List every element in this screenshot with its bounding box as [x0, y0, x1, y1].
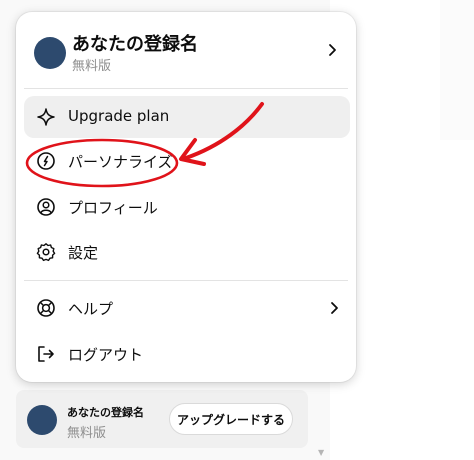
user-name: あなたの登録名	[67, 406, 144, 419]
account-plan: 無料版	[72, 59, 112, 74]
menu-item-settings[interactable]: 設定	[24, 231, 350, 273]
menu-item-label: プロフィール	[68, 199, 158, 217]
menu-item-personalize[interactable]: パーソナライズ	[24, 140, 350, 182]
menu-item-label: ヘルプ	[68, 300, 114, 318]
lifebuoy-icon	[37, 299, 55, 317]
page: あなたの登録名 無料版 アップグレードする ▼ あなたの登録名 無料版 Upgr…	[0, 0, 474, 460]
menu-item-profile[interactable]: プロフィール	[24, 186, 350, 228]
sidebar-user-bar[interactable]: あなたの登録名 無料版 アップグレードする	[16, 390, 308, 448]
account-menu: あなたの登録名 無料版 Upgrade plan パーソナライズ プロフィール …	[16, 12, 356, 382]
content-edge	[440, 0, 474, 140]
menu-item-label: Upgrade plan	[68, 107, 170, 125]
profile-icon	[37, 198, 55, 216]
menu-item-label: ログアウト	[68, 346, 144, 364]
gear-icon	[36, 243, 56, 262]
avatar[interactable]	[27, 405, 57, 435]
menu-item-label: 設定	[68, 244, 99, 262]
upgrade-button[interactable]: アップグレードする	[169, 403, 293, 435]
menu-item-logout[interactable]: ログアウト	[24, 333, 350, 375]
avatar	[34, 37, 66, 69]
logout-icon	[38, 346, 54, 362]
user-plan: 無料版	[67, 426, 107, 441]
menu-item-help[interactable]: ヘルプ	[24, 287, 350, 329]
sparkle-icon	[37, 108, 55, 126]
divider	[24, 280, 348, 281]
account-name: あなたの登録名	[72, 34, 198, 55]
account-switcher[interactable]: あなたの登録名 無料版	[24, 22, 348, 78]
divider	[24, 88, 348, 89]
chevron-right-icon	[329, 44, 336, 56]
menu-item-label: パーソナライズ	[68, 153, 173, 171]
chevron-right-icon	[331, 302, 338, 314]
scroll-down-icon[interactable]: ▼	[318, 448, 324, 457]
personalize-icon	[37, 152, 55, 170]
menu-item-upgrade-plan[interactable]: Upgrade plan	[24, 96, 350, 138]
